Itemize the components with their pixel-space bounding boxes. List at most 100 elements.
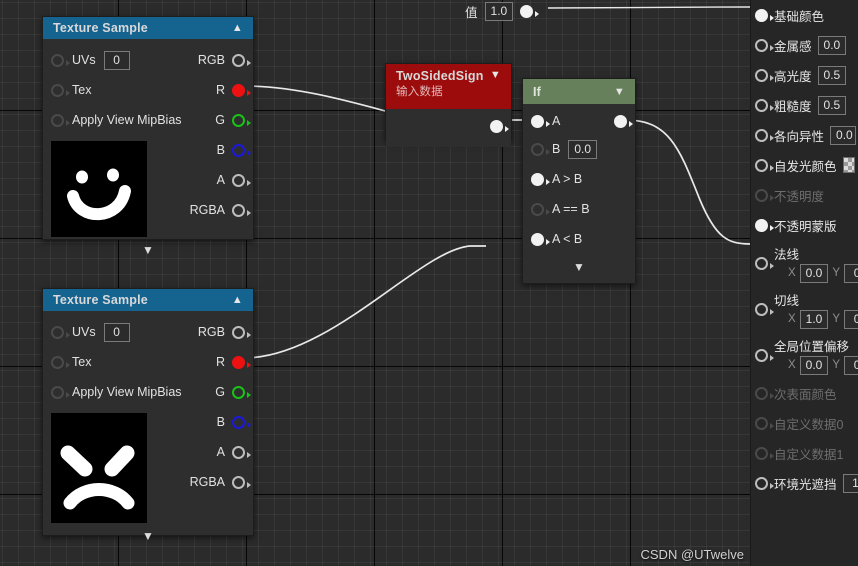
chevron-down-icon[interactable]: ▼ bbox=[614, 86, 625, 98]
detail-input-pin[interactable] bbox=[755, 128, 774, 142]
chevron-up-icon[interactable]: ▲ bbox=[232, 22, 243, 34]
detail-row[interactable]: 金属感 0.0 bbox=[751, 30, 858, 60]
detail-row[interactable]: 环境光遮挡 1 bbox=[751, 468, 858, 498]
detail-value-x[interactable]: 1.0 bbox=[799, 309, 829, 329]
output-pin-rgba[interactable] bbox=[232, 203, 251, 217]
chevron-down-icon[interactable]: ▼ bbox=[490, 69, 501, 81]
chevron-down-icon[interactable]: ▼ bbox=[43, 523, 253, 549]
input-pin-a[interactable] bbox=[531, 114, 550, 128]
output-row-g[interactable]: G bbox=[113, 105, 253, 135]
output-pin-g[interactable] bbox=[232, 385, 251, 399]
detail-input-pin[interactable] bbox=[755, 256, 774, 270]
output-row-rgb[interactable]: RGB bbox=[113, 45, 253, 75]
detail-value-y[interactable]: 0 bbox=[844, 263, 858, 283]
input-pin-b[interactable] bbox=[531, 142, 550, 156]
input-pin-tex[interactable] bbox=[51, 355, 70, 369]
input-value-b[interactable]: 0.0 bbox=[568, 139, 598, 159]
detail-input-pin[interactable] bbox=[755, 158, 774, 172]
input-pin-uvs[interactable] bbox=[51, 325, 70, 339]
output-row-rgb[interactable]: RGB bbox=[113, 317, 253, 347]
detail-row[interactable]: 全局位置偏移X0.0Y0 bbox=[751, 332, 858, 378]
input-row-a-greater-b[interactable]: A > B bbox=[523, 164, 635, 194]
input-pin-a-greater-b[interactable] bbox=[531, 172, 550, 186]
output-row-r[interactable]: R bbox=[113, 75, 253, 105]
node-header[interactable]: If ▼ bbox=[523, 79, 635, 104]
output-pin-b[interactable] bbox=[232, 415, 251, 429]
detail-value-y[interactable]: 0 bbox=[844, 309, 858, 329]
output-pin-a[interactable] bbox=[232, 173, 251, 187]
detail-value-input[interactable]: 1 bbox=[842, 473, 858, 493]
top-value-output-pin[interactable] bbox=[520, 4, 540, 18]
detail-row[interactable]: 不透明蒙版 bbox=[751, 210, 858, 240]
detail-input-pin[interactable] bbox=[755, 98, 774, 112]
input-pin-uvs[interactable] bbox=[51, 53, 70, 67]
detail-row[interactable]: 各向异性 0.0 bbox=[751, 120, 858, 150]
node-if[interactable]: If ▼ A B 0.0 A > B A == B A < B ▼ bbox=[522, 78, 636, 284]
detail-input-pin[interactable] bbox=[755, 386, 774, 400]
detail-row[interactable]: 不透明度 bbox=[751, 180, 858, 210]
node-header[interactable]: Texture Sample ▲ bbox=[43, 17, 253, 39]
detail-input-pin[interactable] bbox=[755, 348, 774, 362]
detail-row[interactable]: 切线X1.0Y0 bbox=[751, 286, 858, 332]
output-pin-r[interactable] bbox=[232, 83, 251, 97]
detail-input-pin[interactable] bbox=[755, 302, 774, 316]
input-pin-apply-view-mipbias[interactable] bbox=[51, 385, 70, 399]
chevron-up-icon[interactable]: ▲ bbox=[232, 294, 243, 306]
detail-row[interactable]: 自定义数据1 bbox=[751, 438, 858, 468]
texture-thumbnail-angry[interactable] bbox=[51, 413, 147, 523]
detail-input-pin[interactable] bbox=[755, 218, 774, 232]
output-pin-b[interactable] bbox=[232, 143, 251, 157]
input-pin-tex[interactable] bbox=[51, 83, 70, 97]
input-row-a-equals-b[interactable]: A == B bbox=[523, 194, 635, 224]
detail-value-input[interactable]: 0.0 bbox=[817, 35, 847, 55]
color-swatch[interactable] bbox=[842, 157, 855, 173]
detail-input-pin[interactable] bbox=[755, 38, 774, 52]
top-value-input[interactable]: 1.0 bbox=[484, 1, 514, 21]
output-row-r[interactable]: R bbox=[113, 347, 253, 377]
input-pin-a-less-b[interactable] bbox=[531, 232, 550, 246]
output-pin-rgb[interactable] bbox=[232, 325, 251, 339]
detail-row[interactable]: 粗糙度 0.5 bbox=[751, 90, 858, 120]
output-pin-sign[interactable] bbox=[490, 120, 509, 133]
detail-value-input[interactable]: 0.5 bbox=[817, 95, 847, 115]
detail-row[interactable]: 自发光颜色 bbox=[751, 150, 858, 180]
detail-input-pin[interactable] bbox=[755, 188, 774, 202]
output-pin-rgba[interactable] bbox=[232, 475, 251, 489]
output-pin-a[interactable] bbox=[232, 445, 251, 459]
detail-input-pin[interactable] bbox=[755, 68, 774, 82]
detail-value-input[interactable]: 0.5 bbox=[817, 65, 847, 85]
detail-value-input[interactable]: 0.0 bbox=[830, 125, 857, 145]
node-texture-sample-2[interactable]: Texture Sample ▲ UVs 0 Tex Apply View Mi… bbox=[42, 288, 254, 543]
detail-input-pin[interactable] bbox=[755, 446, 774, 460]
output-pin-g[interactable] bbox=[232, 113, 251, 127]
detail-value-x[interactable]: 0.0 bbox=[799, 355, 829, 375]
texture-thumbnail-smiley[interactable] bbox=[51, 141, 147, 237]
detail-input-pin[interactable] bbox=[755, 416, 774, 430]
input-row-a-less-b[interactable]: A < B bbox=[523, 224, 635, 254]
detail-label: 金属感 bbox=[774, 39, 812, 54]
output-row-g[interactable]: G bbox=[113, 377, 253, 407]
chevron-down-icon[interactable]: ▼ bbox=[43, 237, 253, 263]
detail-row[interactable]: 基础颜色 bbox=[751, 0, 858, 30]
input-pin-a-equals-b[interactable] bbox=[531, 202, 550, 216]
detail-row[interactable]: 高光度 0.5 bbox=[751, 60, 858, 90]
material-graph-canvas[interactable]: 值 1.0 Texture Sample ▲ UVs 0 Tex Apply V… bbox=[0, 0, 750, 566]
node-header[interactable]: Texture Sample ▲ bbox=[43, 289, 253, 311]
detail-value-y[interactable]: 0 bbox=[844, 355, 858, 375]
node-header[interactable]: TwoSidedSign 输入数据 ▼ bbox=[386, 64, 511, 109]
material-details-panel[interactable]: 基础颜色金属感 0.0 高光度 0.5 粗糙度 0.5 各向异性 0.0 自发光颜色 不透明度 不透… bbox=[750, 0, 858, 566]
detail-input-pin[interactable] bbox=[755, 8, 774, 22]
detail-row[interactable]: 法线X0.0Y0 bbox=[751, 240, 858, 286]
input-pin-apply-view-mipbias[interactable] bbox=[51, 113, 70, 127]
output-pin-result[interactable] bbox=[614, 115, 633, 128]
detail-row[interactable]: 自定义数据0 bbox=[751, 408, 858, 438]
detail-value-x[interactable]: 0.0 bbox=[799, 263, 829, 283]
output-pin-rgb[interactable] bbox=[232, 53, 251, 67]
node-texture-sample-1[interactable]: Texture Sample ▲ UVs 0 Tex Apply View Mi… bbox=[42, 16, 254, 257]
node-two-sided-sign[interactable]: TwoSidedSign 输入数据 ▼ bbox=[385, 63, 512, 147]
input-row-b[interactable]: B 0.0 bbox=[523, 134, 635, 164]
detail-input-pin[interactable] bbox=[755, 476, 774, 490]
chevron-down-icon[interactable]: ▼ bbox=[523, 254, 635, 280]
detail-row[interactable]: 次表面颜色 bbox=[751, 378, 858, 408]
output-pin-r[interactable] bbox=[232, 355, 251, 369]
